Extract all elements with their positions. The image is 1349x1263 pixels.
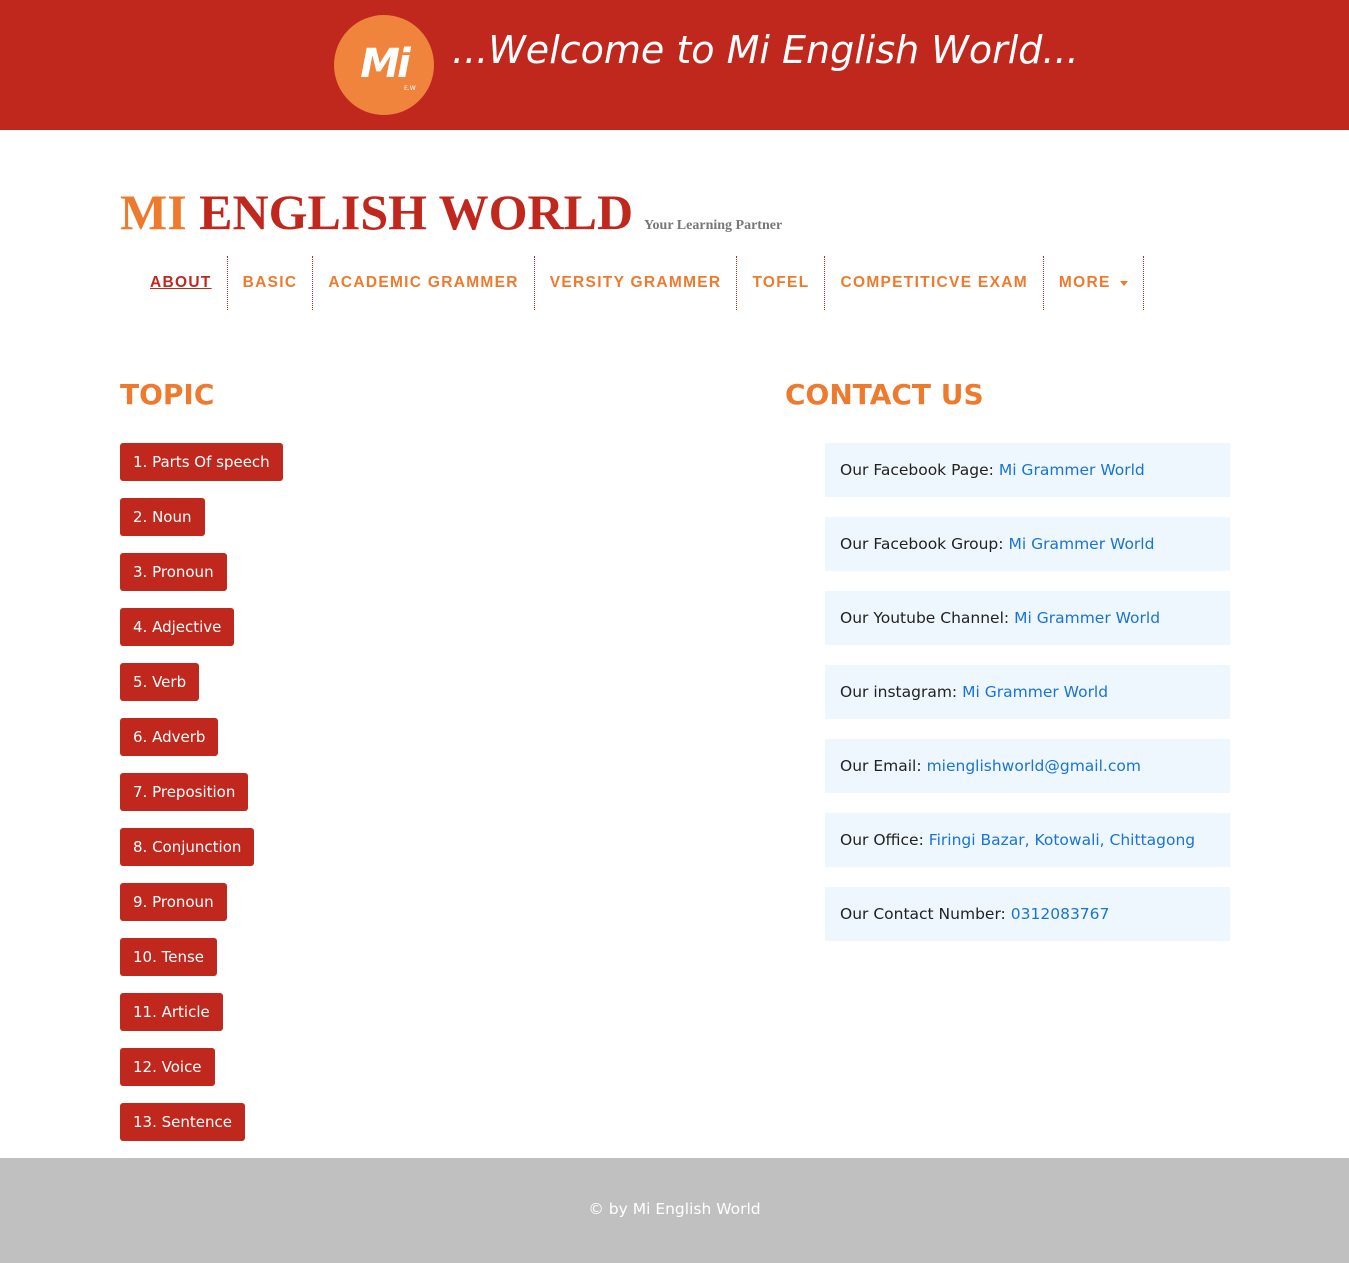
nav-versity-grammer-label: VERSITY GRAMMER <box>549 274 722 291</box>
contact-email-link[interactable]: mienglishworld@gmail.com <box>927 757 1141 775</box>
topic-list: 1. Parts Of speech 2. Noun 3. Pronoun 4.… <box>120 443 283 1158</box>
nav-about[interactable]: ABOUT <box>135 256 228 310</box>
nav-competitive-exam[interactable]: COMPETITICVE EXAM <box>825 256 1044 310</box>
contact-list: Our Facebook Page: Mi Grammer World Our … <box>825 443 1230 961</box>
contact-instagram: Our instagram: Mi Grammer World <box>825 665 1230 719</box>
nav-academic-grammer[interactable]: ACADEMIC GRAMMER <box>313 256 535 310</box>
contact-facebook-group-link[interactable]: Mi Grammer World <box>1009 535 1155 553</box>
contact-youtube-link[interactable]: Mi Grammer World <box>1014 609 1160 627</box>
footer-copyright: © by Mi English World <box>588 1200 761 1218</box>
topic-button-conjunction[interactable]: 8. Conjunction <box>120 828 255 866</box>
contact-label: Our Email: <box>840 757 922 775</box>
topic-button-sentence[interactable]: 13. Sentence <box>120 1103 245 1141</box>
nav-tofel[interactable]: TOFEL <box>737 256 826 310</box>
nav-basic[interactable]: BASIC <box>228 256 314 310</box>
nav-tofel-label: TOFEL <box>752 274 810 291</box>
contact-label: Our Facebook Group: <box>840 535 1004 553</box>
contact-facebook-page: Our Facebook Page: Mi Grammer World <box>825 443 1230 497</box>
topic-button-tense[interactable]: 10. Tense <box>120 938 218 976</box>
contact-youtube: Our Youtube Channel: Mi Grammer World <box>825 591 1230 645</box>
caret-down-icon <box>1119 280 1128 286</box>
nav-competitive-exam-label: COMPETITICVE EXAM <box>840 274 1028 291</box>
welcome-text: ...Welcome to Mi English World... <box>452 28 1079 72</box>
topic-button-adjective[interactable]: 4. Adjective <box>120 608 235 646</box>
site-logo[interactable]: Mi E.W <box>334 15 434 115</box>
contact-facebook-group: Our Facebook Group: Mi Grammer World <box>825 517 1230 571</box>
nav-more-label: MORE <box>1058 274 1111 291</box>
logo-subtext: E.W <box>404 85 416 92</box>
topic-button-noun[interactable]: 2. Noun <box>120 498 205 536</box>
brand-title-rest: ENGLISH WORLD <box>199 184 634 240</box>
contact-label: Our instagram: <box>840 683 958 701</box>
logo-mark: Mi <box>360 41 411 87</box>
contact-number: Our Contact Number: 0312083767 <box>825 887 1230 941</box>
topic-button-pronoun-2[interactable]: 9. Pronoun <box>120 883 227 921</box>
brand-title[interactable]: MI ENGLISH WORLD <box>120 183 633 241</box>
contact-email: Our Email: mienglishworld@gmail.com <box>825 739 1230 793</box>
topic-button-preposition[interactable]: 7. Preposition <box>120 773 249 811</box>
nav-more-dropdown[interactable]: MORE <box>1044 256 1144 310</box>
nav-basic-label: BASIC <box>242 274 298 291</box>
topic-button-adverb[interactable]: 6. Adverb <box>120 718 219 756</box>
brand-tagline: Your Learning Partner <box>644 218 783 233</box>
page-footer: © by Mi English World <box>0 1158 1349 1263</box>
brand-title-mi: MI <box>120 184 187 240</box>
contact-label: Our Contact Number: <box>840 905 1006 923</box>
topic-button-voice[interactable]: 12. Voice <box>120 1048 215 1086</box>
topic-button-article[interactable]: 11. Article <box>120 993 223 1031</box>
topic-button-verb[interactable]: 5. Verb <box>120 663 200 701</box>
contact-office: Our Office: Firingi Bazar, Kotowali, Chi… <box>825 813 1230 867</box>
topic-heading: TOPIC <box>120 378 215 411</box>
topic-button-parts-of-speech[interactable]: 1. Parts Of speech <box>120 443 283 481</box>
contact-label: Our Facebook Page: <box>840 461 994 479</box>
nav-academic-grammer-label: ACADEMIC GRAMMER <box>328 274 519 291</box>
contact-label: Our Office: <box>840 831 924 849</box>
contact-number-link[interactable]: 0312083767 <box>1011 905 1110 923</box>
nav-about-label: ABOUT <box>150 274 212 291</box>
nav-versity-grammer[interactable]: VERSITY GRAMMER <box>535 256 738 310</box>
welcome-banner: Mi E.W ...Welcome to Mi English World... <box>0 0 1349 130</box>
main-nav: ABOUT BASIC ACADEMIC GRAMMER VERSITY GRA… <box>135 256 1144 310</box>
contact-office-link[interactable]: Firingi Bazar, Kotowali, Chittagong <box>929 831 1195 849</box>
topic-button-pronoun[interactable]: 3. Pronoun <box>120 553 227 591</box>
contact-label: Our Youtube Channel: <box>840 609 1010 627</box>
contact-facebook-page-link[interactable]: Mi Grammer World <box>999 461 1145 479</box>
contact-heading: CONTACT US <box>785 378 984 411</box>
contact-instagram-link[interactable]: Mi Grammer World <box>962 683 1108 701</box>
